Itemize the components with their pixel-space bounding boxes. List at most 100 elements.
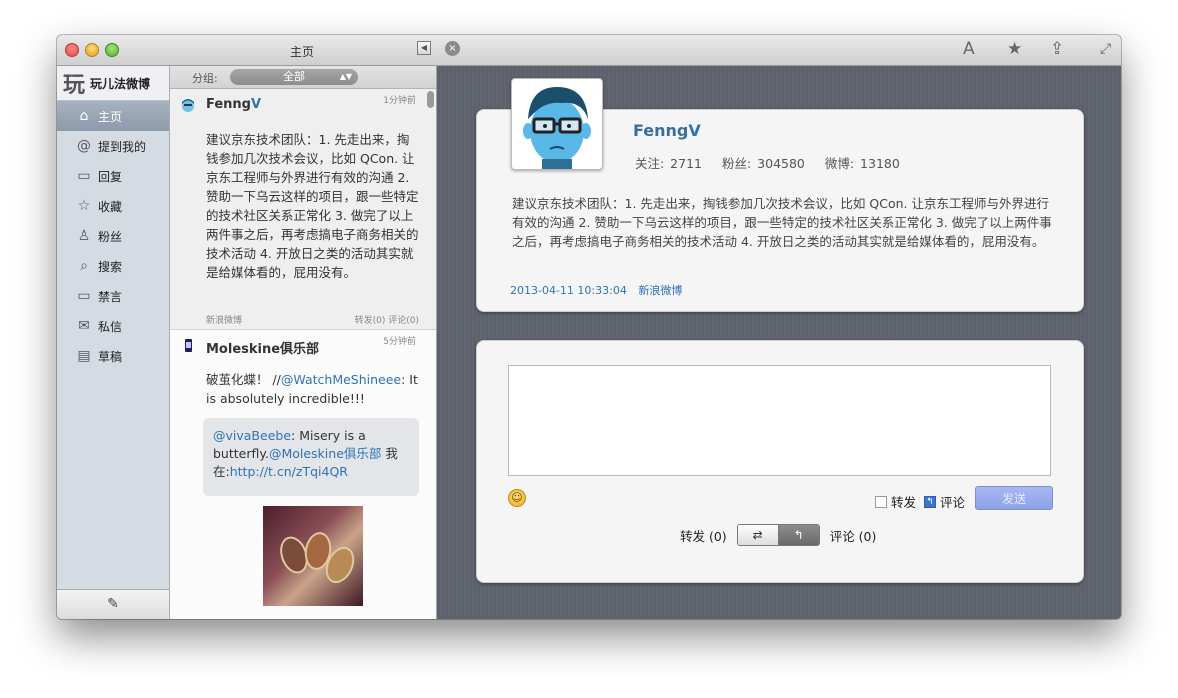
avatar bbox=[185, 339, 192, 352]
view-toggle: ⇄ ↰ bbox=[736, 524, 820, 546]
profile-avatar[interactable] bbox=[511, 78, 603, 170]
tweet-time: 1分钟前 bbox=[383, 96, 416, 106]
mention-link[interactable]: @Moleskine俱乐部 bbox=[269, 446, 381, 461]
sidebar-item-label: 搜索 bbox=[98, 259, 123, 274]
sidebar-item-mentions[interactable]: @ 提到我的 bbox=[57, 131, 169, 161]
sidebar-item-label: 收藏 bbox=[98, 199, 123, 214]
tweet-photo[interactable] bbox=[263, 506, 363, 606]
group-filter-bar: 分组: 全部 ▲▼ bbox=[170, 66, 436, 89]
sidebar-item-mute[interactable]: ▭ 禁言 bbox=[57, 281, 169, 311]
search-icon: ⌕ bbox=[80, 258, 88, 274]
url-link[interactable]: http://t.cn/zTqi4QR bbox=[230, 464, 348, 479]
emoji-icon[interactable]: ☺ bbox=[508, 489, 526, 507]
clear-icon[interactable]: × bbox=[445, 41, 460, 56]
author-name: Fenng bbox=[206, 97, 251, 112]
document-icon: ▤ bbox=[77, 348, 91, 364]
brand: 玩 玩儿法微博 bbox=[57, 66, 169, 101]
send-button[interactable]: 发送 bbox=[975, 486, 1053, 510]
sidebar-item-favorites[interactable]: ☆ 收藏 bbox=[57, 191, 169, 221]
following-count[interactable]: 关注: 2711 bbox=[635, 156, 702, 171]
verified-mark: V bbox=[251, 97, 262, 112]
reply-textarea[interactable] bbox=[508, 365, 1051, 476]
tweet-stats: 转发(0) 评论(0) bbox=[354, 316, 419, 326]
comment-checkbox-group[interactable]: ↰ 评论 bbox=[924, 492, 965, 511]
action-toggle-row: 转发 (0) ⇄ ↰ 评论 (0) bbox=[680, 524, 876, 546]
group-select-value: 全部 bbox=[283, 70, 305, 83]
compose-button[interactable]: ✎ bbox=[57, 589, 169, 619]
retweet-quote: @vivaBeebe: Misery is a butterfly.@Moles… bbox=[203, 418, 419, 496]
reply-icon: ▭ bbox=[77, 168, 91, 184]
comment-checkbox-label: 评论 bbox=[940, 495, 966, 510]
repost-checkbox-group[interactable]: 转发 bbox=[875, 492, 916, 511]
mute-icon: ▭ bbox=[77, 288, 91, 304]
triangle-left-icon: ◀ bbox=[420, 43, 428, 52]
sidebar-item-label: 草稿 bbox=[98, 349, 123, 364]
comment-tab-icon[interactable]: ↰ bbox=[778, 525, 819, 545]
detail-panel: FenngV 关注: 2711 粉丝: 304580 微博: 13180 建议京… bbox=[437, 66, 1121, 619]
avatar bbox=[182, 99, 194, 112]
profile-name[interactable]: FenngV bbox=[633, 121, 701, 140]
quote-text: @vivaBeebe: Misery is a butterfly.@Moles… bbox=[213, 427, 411, 481]
repost-tab-icon[interactable]: ⇄ bbox=[737, 525, 779, 545]
sidebar-item-label: 粉丝 bbox=[98, 229, 123, 244]
window-title: 主页 bbox=[289, 45, 314, 59]
sidebar-item-replies[interactable]: ▭ 回复 bbox=[57, 161, 169, 191]
brand-logo: 玩 bbox=[63, 73, 86, 98]
sidebar-item-messages[interactable]: ✉ 私信 bbox=[57, 311, 169, 341]
at-icon: @ bbox=[77, 138, 91, 154]
mention-link[interactable]: @vivaBeebe bbox=[213, 428, 291, 443]
close-window-button[interactable] bbox=[65, 43, 79, 57]
followers-count[interactable]: 粉丝: 304580 bbox=[722, 156, 805, 171]
tweet-author[interactable]: FenngV bbox=[206, 97, 261, 112]
share-icon[interactable]: ⇪ bbox=[1050, 39, 1064, 59]
comment-checkbox[interactable]: ↰ bbox=[924, 495, 936, 508]
sidebar-item-label: 回复 bbox=[98, 169, 123, 184]
sidebar-item-label: 私信 bbox=[98, 319, 123, 334]
tweet-text-part: 破茧化蝶！ // bbox=[206, 372, 281, 387]
sidebar: 玩 玩儿法微博 ⌂ 主页 @ 提到我的 ▭ 回复 ☆ 收藏 ♙ 粉丝 ⌕ 搜索 … bbox=[57, 66, 170, 619]
scrollbar-thumb[interactable] bbox=[427, 91, 434, 108]
comment-count: 评论 (0) bbox=[829, 528, 877, 544]
group-label: 分组: bbox=[192, 72, 218, 85]
sidebar-item-label: 提到我的 bbox=[98, 139, 147, 154]
tweet-item[interactable]: Moleskine俱乐部 5分钟前 破茧化蝶！ //@WatchMeShinee… bbox=[170, 330, 436, 619]
fullscreen-icon[interactable]: ⤢ bbox=[1100, 41, 1111, 57]
tweet-author[interactable]: Moleskine俱乐部 bbox=[206, 338, 319, 357]
mention-link[interactable]: @WatchMeShineee bbox=[281, 372, 401, 387]
title-bar: 主页 ◀ × A ★ ⇪ ⤢ bbox=[57, 35, 1121, 66]
tweet-text: 建议京东技术团队：1. 先走出来，掏钱参加几次技术会议，比如 QCon. 让京东… bbox=[206, 132, 419, 280]
star-outline-icon: ☆ bbox=[77, 198, 91, 214]
home-icon: ⌂ bbox=[79, 108, 89, 124]
avatar-illustration bbox=[517, 87, 597, 169]
status-meta: 2013-04-11 10:33:04 新浪微博 bbox=[510, 282, 690, 298]
sidebar-item-followers[interactable]: ♙ 粉丝 bbox=[57, 221, 169, 251]
profile-stats: 关注: 2711 粉丝: 304580 微博: 13180 bbox=[635, 153, 914, 172]
tweet-source: 新浪微博 bbox=[206, 316, 243, 326]
repost-count: 转发 (0) bbox=[680, 528, 727, 544]
status-timestamp[interactable]: 2013-04-11 10:33:04 bbox=[510, 284, 627, 297]
author-name: Fenng bbox=[633, 121, 689, 140]
envelope-icon: ✉ bbox=[78, 318, 90, 334]
status-text: 建议京东技术团队：1. 先走出来，掏钱参加几次技术会议，比如 QCon. 让京东… bbox=[512, 196, 1052, 249]
sidebar-item-home[interactable]: ⌂ 主页 bbox=[57, 101, 169, 131]
sidebar-item-search[interactable]: ⌕ 搜索 bbox=[57, 251, 169, 281]
reply-card: ☺ 转发 ↰ 评论 发送 转发 (0) ⇄ ↰ 评论 (0) bbox=[476, 340, 1084, 583]
repost-checkbox-label: 转发 bbox=[891, 495, 917, 510]
verified-mark: V bbox=[688, 121, 701, 140]
tweet-item[interactable]: FenngV 1分钟前 建议京东技术团队：1. 先走出来，掏钱参加几次技术会议，… bbox=[170, 89, 436, 330]
repost-checkbox[interactable] bbox=[875, 495, 887, 508]
group-select[interactable]: 全部 ▲▼ bbox=[230, 69, 358, 85]
sidebar-item-label: 主页 bbox=[98, 109, 123, 124]
collapse-panel-button[interactable]: ◀ bbox=[417, 41, 431, 55]
brand-name: 玩儿法微博 bbox=[90, 76, 151, 91]
sidebar-item-label: 禁言 bbox=[98, 289, 123, 304]
timeline-panel: 分组: 全部 ▲▼ FenngV 1分钟前 建议京东技术团队：1. 先走出来，掏… bbox=[170, 66, 437, 619]
posts-count[interactable]: 微博: 13180 bbox=[825, 156, 900, 171]
sidebar-item-drafts[interactable]: ▤ 草稿 bbox=[57, 341, 169, 371]
zoom-window-button[interactable] bbox=[105, 43, 119, 57]
person-icon: ♙ bbox=[77, 228, 91, 244]
status-source[interactable]: 新浪微博 bbox=[638, 284, 682, 297]
minimize-window-button[interactable] bbox=[85, 43, 99, 57]
star-icon[interactable]: ★ bbox=[1007, 39, 1022, 59]
font-icon[interactable]: A bbox=[963, 39, 975, 59]
